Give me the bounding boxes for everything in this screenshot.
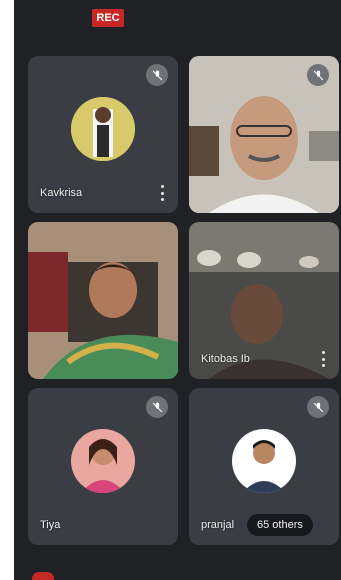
participant-video — [28, 222, 178, 379]
participant-name: Kitobas Ib — [201, 353, 250, 365]
participant-tile-video-woman[interactable] — [28, 222, 178, 379]
avatar — [71, 428, 135, 493]
participant-tile-video-kitobas[interactable]: Kitobas Ib — [189, 222, 339, 379]
meeting-screen: REC Kavkrisa Kitobas Ib Tiya pranjal 65 … — [14, 0, 341, 580]
leave-call-button[interactable] — [32, 572, 54, 580]
participant-tile-tiya[interactable]: Tiya — [28, 388, 178, 545]
mic-off-icon — [146, 64, 168, 86]
mic-off-icon — [307, 396, 329, 418]
more-vert-icon[interactable] — [160, 185, 164, 201]
recording-indicator: REC — [92, 9, 124, 27]
mic-off-icon — [307, 64, 329, 86]
more-vert-icon[interactable] — [321, 351, 325, 367]
avatar — [71, 96, 135, 161]
participant-tile-kavkrisa[interactable]: Kavkrisa — [28, 56, 178, 213]
others-count-badge[interactable]: 65 others — [247, 514, 313, 536]
participant-tile-video-man[interactable] — [189, 56, 339, 213]
participant-name: Kavkrisa — [40, 187, 83, 199]
participant-name: Tiya — [40, 519, 61, 531]
mic-off-icon — [146, 396, 168, 418]
avatar — [232, 428, 296, 493]
participant-tile-pranjal[interactable]: pranjal 65 others — [189, 388, 339, 545]
participant-name: pranjal — [201, 519, 235, 531]
